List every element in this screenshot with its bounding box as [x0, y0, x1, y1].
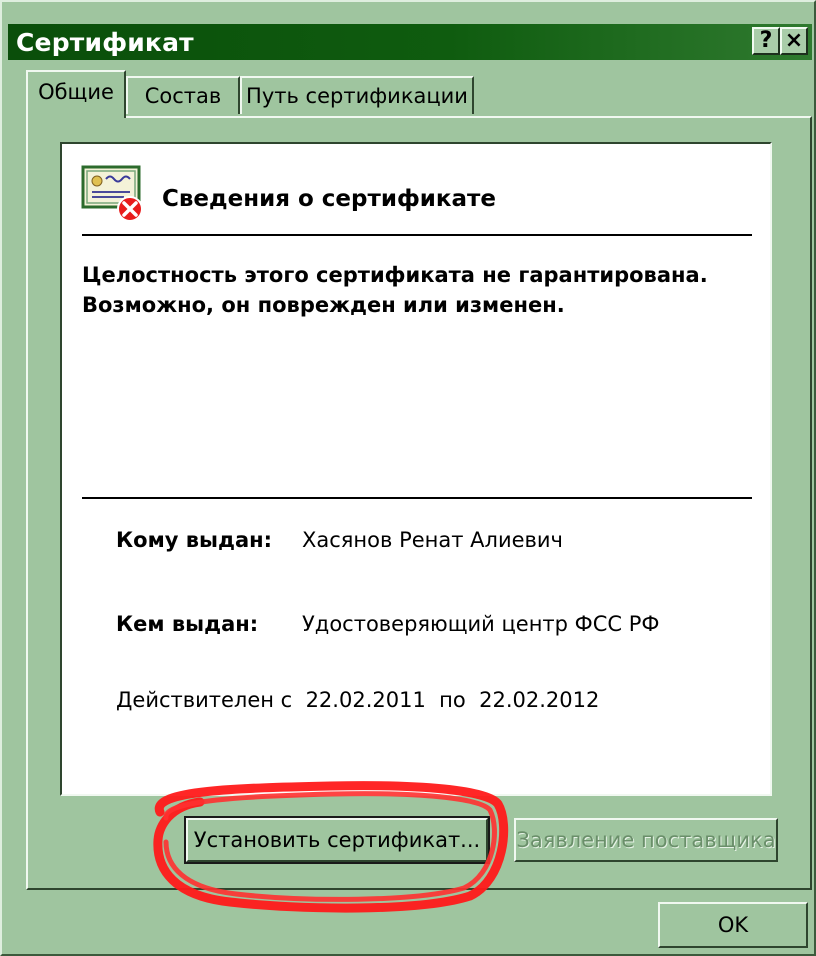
- install-certificate-button[interactable]: Установить сертификат...: [184, 816, 490, 864]
- issued-to-value: Хасянов Ренат Алиевич: [302, 528, 563, 552]
- ok-label: OK: [717, 913, 749, 937]
- tab-certification-path-label: Путь сертификации: [246, 84, 468, 108]
- issued-to-label: Кому выдан:: [116, 528, 273, 552]
- ok-button[interactable]: OK: [658, 902, 808, 948]
- install-certificate-label: Установить сертификат...: [193, 828, 481, 852]
- issuer-statement-button: Заявление поставщика: [514, 818, 778, 862]
- issued-by-label: Кем выдан:: [116, 612, 259, 636]
- certificate-error-icon: [81, 165, 143, 222]
- help-button[interactable]: ?: [752, 27, 780, 55]
- divider-bottom: [82, 497, 752, 499]
- tab-composition-label: Состав: [144, 84, 222, 108]
- integrity-warning: Целостность этого сертификата не гаранти…: [82, 263, 708, 317]
- validity-period: Действителен с 22.02.2011 по 22.02.2012: [116, 688, 600, 712]
- tab-general-label: Общие: [38, 80, 114, 104]
- tab-composition[interactable]: Состав: [126, 76, 240, 114]
- issued-by-value: Удостоверяющий центр ФСС РФ: [302, 612, 660, 636]
- certificate-info-panel: Сведения о сертификате Целостность этого…: [60, 142, 772, 796]
- certificate-info-title: Сведения о сертификате: [162, 186, 496, 212]
- window-title: Сертификат: [16, 27, 194, 57]
- close-button[interactable]: ×: [780, 27, 808, 55]
- tab-certification-path[interactable]: Путь сертификации: [240, 76, 474, 114]
- close-icon: ×: [784, 28, 804, 53]
- issuer-statement-label: Заявление поставщика: [516, 828, 776, 852]
- certificate-dialog: Сертификат ? × Общие Состав Путь сертифи…: [0, 0, 816, 956]
- title-bar[interactable]: Сертификат ? ×: [8, 24, 812, 60]
- divider-top: [82, 234, 752, 236]
- help-icon: ?: [759, 28, 773, 53]
- tab-general[interactable]: Общие: [26, 70, 126, 118]
